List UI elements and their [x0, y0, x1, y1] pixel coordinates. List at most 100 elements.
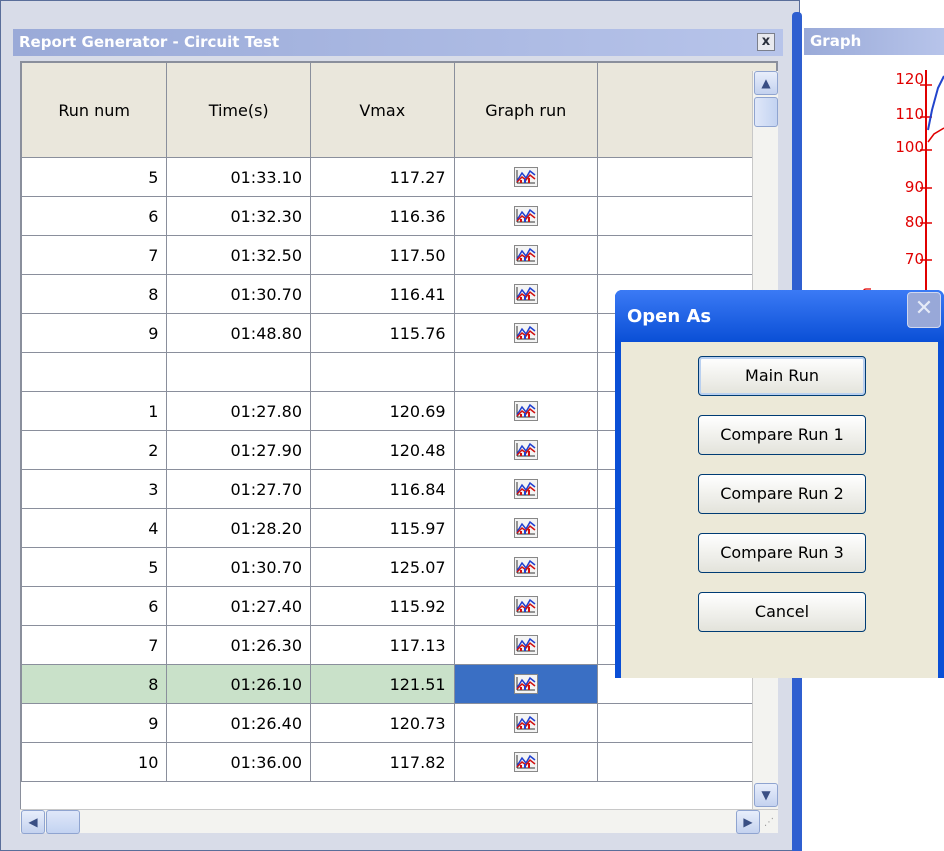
- vmax-cell[interactable]: 121.51: [310, 664, 455, 704]
- vertical-scroll-thumb[interactable]: [754, 97, 778, 127]
- horizontal-scroll-thumb[interactable]: [46, 810, 80, 834]
- graph-run-cell[interactable]: [453, 664, 599, 704]
- run-num-cell[interactable]: 3: [21, 469, 168, 509]
- table-row[interactable]: 10 01:36.00 117.82: [21, 742, 777, 782]
- run-num-cell[interactable]: 2: [21, 430, 168, 470]
- time-cell[interactable]: [166, 352, 311, 392]
- graph-run-cell[interactable]: [453, 586, 599, 626]
- chart-icon[interactable]: [513, 401, 538, 422]
- run-num-cell[interactable]: [21, 352, 168, 392]
- graph-run-cell[interactable]: [453, 196, 599, 236]
- chart-icon[interactable]: [513, 752, 538, 773]
- resize-grip-icon[interactable]: ⋰: [764, 817, 780, 833]
- report-titlebar[interactable]: Report Generator - Circuit Test x: [13, 29, 783, 56]
- run-num-cell[interactable]: 10: [21, 742, 168, 782]
- time-cell[interactable]: 01:32.30: [166, 196, 311, 236]
- table-row[interactable]: 9 01:26.40 120.73: [21, 703, 777, 743]
- time-cell[interactable]: 01:27.40: [166, 586, 311, 626]
- chart-icon[interactable]: [513, 518, 538, 539]
- graph-run-cell[interactable]: [453, 313, 599, 353]
- run-num-cell[interactable]: 1: [21, 391, 168, 431]
- time-cell[interactable]: 01:27.70: [166, 469, 311, 509]
- graph-run-cell[interactable]: [453, 430, 599, 470]
- table-row[interactable]: 6 01:32.30 116.36: [21, 196, 777, 236]
- scroll-up-arrow-icon[interactable]: ▲: [754, 71, 778, 95]
- chart-icon[interactable]: [513, 323, 538, 344]
- run-num-cell[interactable]: 5: [21, 157, 168, 197]
- time-cell[interactable]: 01:27.90: [166, 430, 311, 470]
- chart-icon[interactable]: [513, 245, 538, 266]
- run-num-cell[interactable]: 8: [21, 274, 168, 314]
- vmax-cell[interactable]: 116.36: [310, 196, 455, 236]
- column-header-run-num[interactable]: Run num: [21, 62, 168, 158]
- graph-run-cell[interactable]: [453, 469, 599, 509]
- time-cell[interactable]: 01:27.80: [166, 391, 311, 431]
- column-header-vmax[interactable]: Vmax: [310, 62, 455, 158]
- vmax-cell[interactable]: 116.84: [310, 469, 455, 509]
- vmax-cell[interactable]: 125.07: [310, 547, 455, 587]
- graph-run-cell[interactable]: [453, 547, 599, 587]
- graph-run-cell[interactable]: [453, 625, 599, 665]
- graph-run-cell[interactable]: [453, 274, 599, 314]
- graph-run-cell[interactable]: [453, 235, 599, 275]
- chart-icon[interactable]: [513, 713, 538, 734]
- scroll-left-arrow-icon[interactable]: ◀: [21, 810, 45, 834]
- chart-icon[interactable]: [513, 479, 538, 500]
- graph-run-cell[interactable]: [453, 391, 599, 431]
- time-cell[interactable]: 01:32.50: [166, 235, 311, 275]
- vmax-cell[interactable]: 120.69: [310, 391, 455, 431]
- run-num-cell[interactable]: 9: [21, 703, 168, 743]
- chart-icon[interactable]: [513, 596, 538, 617]
- time-cell[interactable]: 01:36.00: [166, 742, 311, 782]
- chart-icon[interactable]: [513, 440, 538, 461]
- graph-run-cell[interactable]: [453, 703, 599, 743]
- run-num-cell[interactable]: 7: [21, 625, 168, 665]
- vmax-cell[interactable]: 120.48: [310, 430, 455, 470]
- time-cell[interactable]: 01:48.80: [166, 313, 311, 353]
- compare-run-3-button[interactable]: Compare Run 3: [698, 533, 866, 573]
- main-run-button[interactable]: Main Run: [698, 356, 866, 396]
- vmax-cell[interactable]: 117.50: [310, 235, 455, 275]
- time-cell[interactable]: 01:30.70: [166, 547, 311, 587]
- vmax-cell[interactable]: [310, 352, 455, 392]
- time-cell[interactable]: 01:30.70: [166, 274, 311, 314]
- chart-icon[interactable]: [513, 284, 538, 305]
- horizontal-scrollbar[interactable]: ◀ ▶: [20, 809, 778, 834]
- scroll-down-arrow-icon[interactable]: ▼: [754, 783, 778, 807]
- vmax-cell[interactable]: 117.27: [310, 157, 455, 197]
- run-num-cell[interactable]: 7: [21, 235, 168, 275]
- vmax-cell[interactable]: 116.41: [310, 274, 455, 314]
- scroll-right-arrow-icon[interactable]: ▶: [736, 810, 760, 834]
- run-num-cell[interactable]: 6: [21, 586, 168, 626]
- chart-icon[interactable]: [513, 674, 538, 695]
- graph-run-cell[interactable]: [453, 508, 599, 548]
- vmax-cell[interactable]: 115.76: [310, 313, 455, 353]
- vmax-cell[interactable]: 115.97: [310, 508, 455, 548]
- chart-icon[interactable]: [513, 206, 538, 227]
- column-header-blank[interactable]: [597, 62, 777, 158]
- graph-run-cell[interactable]: [453, 352, 599, 392]
- compare-run-1-button[interactable]: Compare Run 1: [698, 415, 866, 455]
- run-num-cell[interactable]: 4: [21, 508, 168, 548]
- time-cell[interactable]: 01:26.40: [166, 703, 311, 743]
- graph-run-cell[interactable]: [453, 157, 599, 197]
- vmax-cell[interactable]: 120.73: [310, 703, 455, 743]
- close-icon[interactable]: x: [757, 33, 775, 51]
- vmax-cell[interactable]: 117.82: [310, 742, 455, 782]
- column-header-graph-run[interactable]: Graph run: [453, 62, 599, 158]
- time-cell[interactable]: 01:28.20: [166, 508, 311, 548]
- column-header-time[interactable]: Time(s): [166, 62, 311, 158]
- compare-run-2-button[interactable]: Compare Run 2: [698, 474, 866, 514]
- run-num-cell[interactable]: 9: [21, 313, 168, 353]
- graph-titlebar[interactable]: Graph: [804, 28, 944, 55]
- graph-run-cell[interactable]: [453, 742, 599, 782]
- vmax-cell[interactable]: 117.13: [310, 625, 455, 665]
- close-icon[interactable]: ✕: [907, 292, 941, 328]
- dialog-titlebar[interactable]: Open As: [615, 290, 944, 342]
- time-cell[interactable]: 01:26.30: [166, 625, 311, 665]
- chart-icon[interactable]: [513, 557, 538, 578]
- run-num-cell[interactable]: 5: [21, 547, 168, 587]
- cancel-button[interactable]: Cancel: [698, 592, 866, 632]
- chart-icon[interactable]: [513, 635, 538, 656]
- run-num-cell[interactable]: 6: [21, 196, 168, 236]
